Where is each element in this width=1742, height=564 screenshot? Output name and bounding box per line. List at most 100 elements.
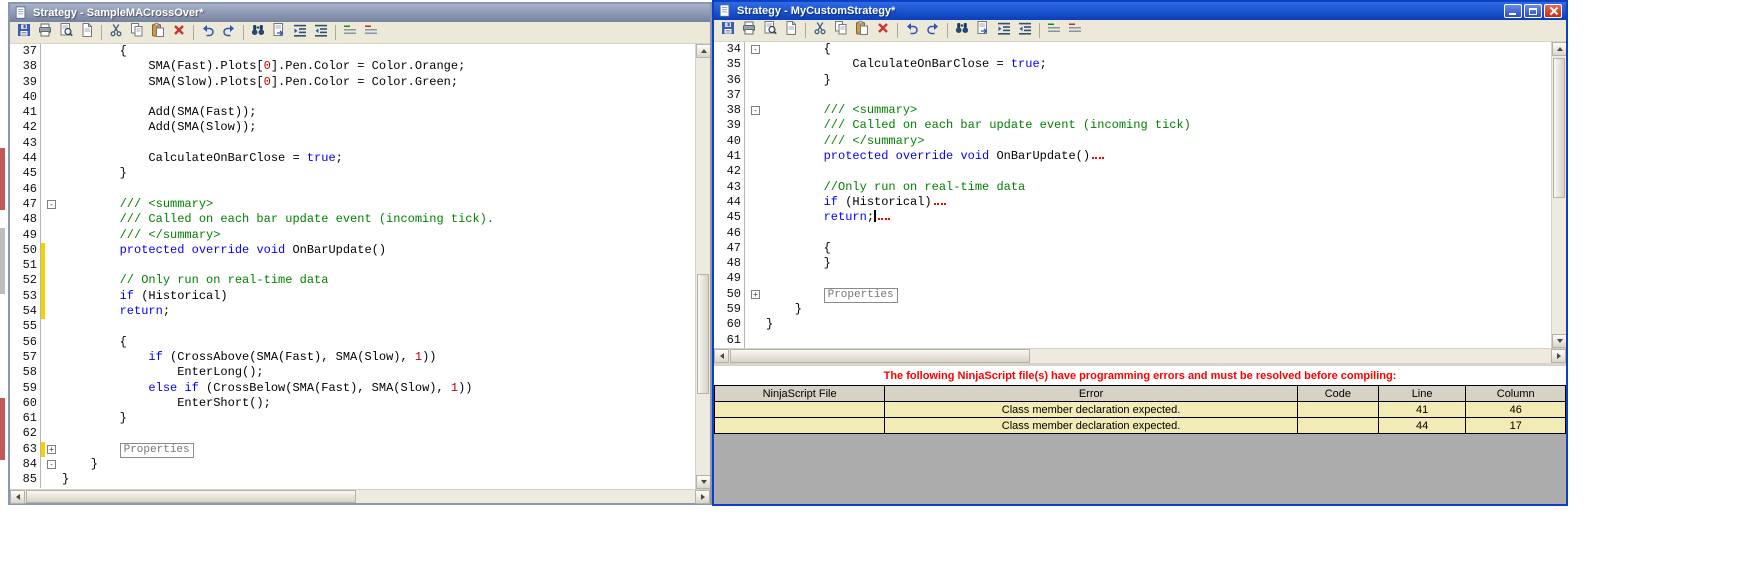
code-text[interactable]: }: [58, 457, 98, 472]
fold-expand-marker[interactable]: +: [751, 289, 760, 299]
line-number[interactable]: 61: [714, 333, 744, 348]
scrollbar-thumb[interactable]: [697, 274, 709, 394]
print-preview-button[interactable]: [760, 21, 780, 40]
line-number[interactable]: 43: [714, 180, 744, 195]
scroll-up-button[interactable]: [1552, 42, 1566, 56]
line-number[interactable]: 59: [10, 381, 40, 396]
line-number[interactable]: 37: [714, 88, 744, 103]
code-editor[interactable]: 34- {35 CalculateOnBarClose = true; 36 } 3…: [714, 42, 1566, 348]
collapsed-region-box[interactable]: Properties: [823, 287, 898, 303]
code-text[interactable]: }: [58, 472, 69, 487]
print-button[interactable]: [35, 23, 55, 42]
scroll-up-button[interactable]: [696, 44, 710, 58]
horizontal-scrollbar[interactable]: [10, 489, 710, 504]
code-text[interactable]: return;: [762, 210, 891, 225]
line-number[interactable]: 34: [714, 42, 744, 57]
uncomment-button[interactable]: [1065, 21, 1085, 40]
code-text[interactable]: {: [58, 44, 127, 59]
line-number[interactable]: 60: [10, 396, 40, 411]
line-number[interactable]: 59: [714, 302, 744, 317]
code-text[interactable]: EnterLong();: [58, 365, 263, 380]
code-text[interactable]: }: [58, 166, 127, 181]
line-number[interactable]: 60: [714, 317, 744, 332]
close-button[interactable]: [1544, 4, 1562, 18]
line-number[interactable]: 47: [714, 241, 744, 256]
line-number[interactable]: 53: [10, 289, 40, 304]
code-text[interactable]: //Only run on real-time data: [762, 180, 1026, 195]
code-text[interactable]: SMA(Slow).Plots[0].Pen.Color = Color.Gre…: [58, 75, 458, 90]
line-number[interactable]: 52: [10, 273, 40, 288]
line-number[interactable]: 58: [10, 365, 40, 380]
code-text[interactable]: Properties: [762, 287, 898, 303]
scroll-left-button[interactable]: [714, 349, 729, 363]
code-text[interactable]: /// </summary>: [762, 134, 925, 149]
fold-collapse-marker[interactable]: -: [47, 199, 56, 209]
code-text[interactable]: protected override void OnBarUpdate(): [58, 243, 386, 258]
outdent-button[interactable]: [1015, 21, 1035, 40]
undo-button[interactable]: [198, 23, 218, 42]
code-text[interactable]: /// <summary>: [762, 103, 918, 118]
code-text[interactable]: CalculateOnBarClose = true;: [762, 57, 1046, 72]
line-number[interactable]: 44: [10, 151, 40, 166]
code-text[interactable]: {: [762, 241, 831, 256]
goto-line-button[interactable]: [269, 23, 289, 42]
line-number[interactable]: 48: [714, 256, 744, 271]
line-number[interactable]: 43: [10, 136, 40, 151]
code-text[interactable]: [762, 333, 766, 348]
code-text[interactable]: SMA(Fast).Plots[0].Pen.Color = Color.Ora…: [58, 59, 465, 74]
line-number[interactable]: 51: [10, 258, 40, 273]
collapsed-region-box[interactable]: Properties: [119, 442, 194, 458]
error-row[interactable]: Class member declaration expected. 41 46: [714, 401, 1566, 418]
code-text[interactable]: /// <summary>: [58, 197, 214, 212]
code-text[interactable]: }: [58, 411, 127, 426]
outdent-button[interactable]: [311, 23, 331, 42]
line-number[interactable]: 46: [714, 226, 744, 241]
scroll-down-button[interactable]: [1552, 334, 1566, 348]
fold-expand-marker[interactable]: +: [47, 444, 56, 454]
line-number[interactable]: 54: [10, 304, 40, 319]
scroll-left-button[interactable]: [10, 490, 25, 504]
error-row[interactable]: Class member declaration expected. 44 17: [714, 417, 1566, 434]
title-bar[interactable]: Strategy - SampleMACrossOver*: [10, 4, 710, 22]
code-text[interactable]: [58, 182, 62, 197]
code-text[interactable]: CalculateOnBarClose = true;: [58, 151, 342, 166]
column-header-error[interactable]: Error: [884, 385, 1298, 402]
scroll-down-button[interactable]: [696, 475, 710, 489]
copy-button[interactable]: [127, 23, 147, 42]
code-text[interactable]: [58, 258, 62, 273]
line-number[interactable]: 57: [10, 350, 40, 365]
line-number[interactable]: 63: [10, 442, 40, 457]
line-number[interactable]: 56: [10, 335, 40, 350]
scrollbar-thumb[interactable]: [1553, 58, 1565, 198]
code-text[interactable]: /// Called on each bar update event (inc…: [762, 118, 1191, 133]
find-button[interactable]: [952, 21, 972, 40]
code-text[interactable]: }: [762, 302, 802, 317]
delete-button[interactable]: [169, 23, 189, 42]
comment-button[interactable]: [1044, 21, 1064, 40]
code-text[interactable]: [58, 319, 62, 334]
line-number[interactable]: 49: [714, 271, 744, 286]
code-text[interactable]: {: [762, 42, 831, 57]
uncomment-button[interactable]: [361, 23, 381, 42]
code-area[interactable]: 34- {35 CalculateOnBarClose = true; 36 } 3…: [714, 42, 1566, 348]
code-text[interactable]: [762, 164, 766, 179]
code-text[interactable]: return;: [58, 304, 170, 319]
minimize-button[interactable]: [1504, 4, 1522, 18]
line-number[interactable]: 55: [10, 319, 40, 334]
indent-button[interactable]: [290, 23, 310, 42]
line-number[interactable]: 39: [10, 75, 40, 90]
scroll-right-button[interactable]: [695, 490, 710, 504]
line-number[interactable]: 37: [10, 44, 40, 59]
goto-line-button[interactable]: [973, 21, 993, 40]
code-text[interactable]: }: [762, 317, 773, 332]
redo-button[interactable]: [923, 21, 943, 40]
code-text[interactable]: Properties: [58, 442, 194, 458]
delete-button[interactable]: [873, 21, 893, 40]
line-number[interactable]: 85: [10, 472, 40, 487]
undo-button[interactable]: [902, 21, 922, 40]
code-text[interactable]: /// </summary>: [58, 228, 221, 243]
line-number[interactable]: 62: [10, 426, 40, 441]
column-header-line[interactable]: Line: [1377, 385, 1467, 402]
comment-button[interactable]: [340, 23, 360, 42]
paste-button[interactable]: [148, 22, 168, 42]
